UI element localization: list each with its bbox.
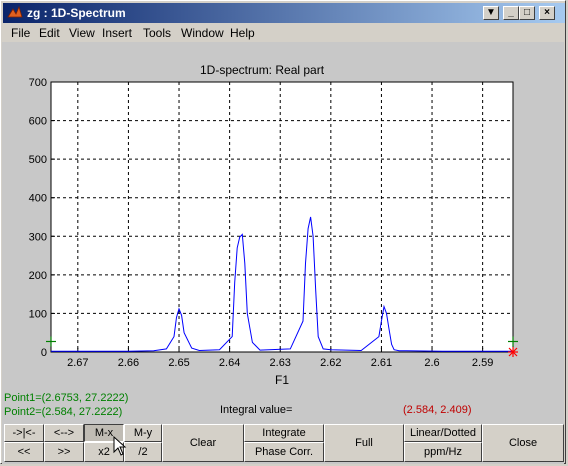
marker-red xyxy=(508,347,518,357)
y-tick-label: 600 xyxy=(29,116,47,128)
y-tick-label: 500 xyxy=(29,154,47,166)
ppm-hz-button[interactable]: ppm/Hz xyxy=(404,442,482,462)
y-tick-label: 100 xyxy=(29,308,47,320)
x-tick-label: 2.65 xyxy=(168,357,189,369)
x-tick-label: 2.67 xyxy=(67,357,88,369)
x-tick-label: 2.62 xyxy=(320,357,341,369)
y-tick-label: 200 xyxy=(29,270,47,282)
close-button[interactable]: Close xyxy=(482,424,564,462)
integral-value: (2.584, 2.409) xyxy=(403,404,472,416)
clear-button[interactable]: Clear xyxy=(162,424,244,462)
y-tick-label: 700 xyxy=(29,77,47,89)
scale-div2-button[interactable]: /2 xyxy=(124,442,162,462)
phase-correction-button[interactable]: Phase Corr. xyxy=(244,442,324,462)
full-button[interactable]: Full xyxy=(324,424,404,462)
mouse-cursor-icon xyxy=(113,436,127,456)
integral-label: Integral value= xyxy=(220,404,293,416)
point1-readout: Point1=(2.6753, 27.2222) xyxy=(4,392,129,404)
y-tick-label: 0 xyxy=(41,347,47,359)
x-tick-label: 2.63 xyxy=(270,357,291,369)
y-tick-label: 300 xyxy=(29,231,47,243)
integrate-button[interactable]: Integrate xyxy=(244,424,324,442)
x-tick-label: 2.64 xyxy=(219,357,240,369)
x-axis-label: F1 xyxy=(275,373,290,387)
m-y-button[interactable]: M-y xyxy=(124,424,162,442)
linear-dotted-button[interactable]: Linear/Dotted xyxy=(404,424,482,442)
plot-area xyxy=(50,81,514,353)
x-tick-label: 2.6 xyxy=(424,357,439,369)
point2-readout: Point2=(2.584, 27.2222) xyxy=(4,406,123,418)
x-tick-label: 2.61 xyxy=(371,357,392,369)
shift-right-button[interactable]: >> xyxy=(44,442,84,462)
zoom-out-x-button[interactable]: ->|<- xyxy=(4,424,44,442)
x-tick-label: 2.59 xyxy=(472,357,493,369)
pan-button[interactable]: <--> xyxy=(44,424,84,442)
x-tick-label: 2.66 xyxy=(118,357,139,369)
y-tick-label: 400 xyxy=(29,193,47,205)
shift-left-button[interactable]: << xyxy=(4,442,44,462)
